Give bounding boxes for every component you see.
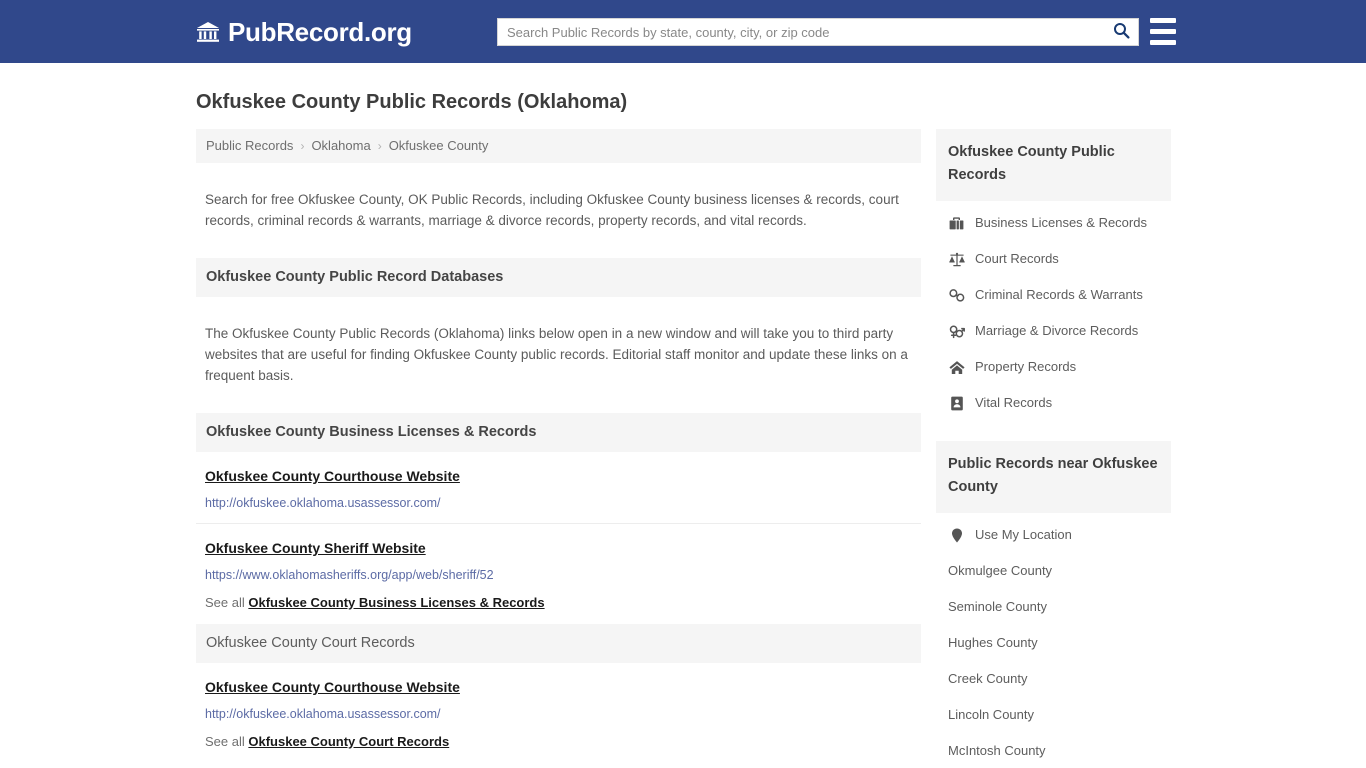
section-heading-court-records: Okfuskee County Court Records [196, 624, 921, 663]
sidebar-item-vital-records[interactable]: Vital Records [936, 385, 1171, 421]
result-link-title[interactable]: Okfuskee County Sheriff Website [205, 539, 426, 557]
sidebar-item-label: Vital Records [975, 395, 1053, 410]
sidebar-item-property-records[interactable]: Property Records [936, 349, 1171, 385]
see-all-link-business-licenses[interactable]: Okfuskee County Business Licenses & Reco… [248, 595, 544, 610]
sidebar-item-use-my-location[interactable]: Use My Location [936, 517, 1171, 553]
search-button[interactable] [1104, 19, 1138, 45]
sidebar-nearby-list: Use My Location Okmulgee County Seminole… [936, 513, 1171, 768]
sidebar-item-label: Creek County [948, 671, 1028, 686]
sidebar-item-business-licenses[interactable]: Business Licenses & Records [936, 205, 1171, 241]
sidebar-item-seminole-county[interactable]: Seminole County [936, 589, 1171, 625]
id-card-icon [948, 395, 965, 411]
sidebar: Okfuskee County Public Records Business … [936, 129, 1171, 768]
sidebar-item-label: Use My Location [975, 527, 1072, 542]
see-all-row: See all Okfuskee County Business License… [196, 587, 921, 624]
page-title: Okfuskee County Public Records (Oklahoma… [196, 91, 628, 113]
breadcrumb-separator-icon: › [300, 138, 305, 153]
sidebar-item-marriage-divorce[interactable]: Marriage & Divorce Records [936, 313, 1171, 349]
result-item: Okfuskee County Courthouse Website http:… [196, 452, 921, 524]
sidebar-item-criminal-records[interactable]: Criminal Records & Warrants [936, 277, 1171, 313]
section-heading-public-record-databases: Okfuskee County Public Record Databases [196, 258, 921, 297]
map-pin-icon [948, 527, 965, 543]
search-input[interactable] [498, 19, 1104, 45]
breadcrumb-item-oklahoma[interactable]: Oklahoma [311, 138, 370, 153]
venus-mars-icon [948, 323, 965, 339]
sidebar-item-label: McIntosh County [948, 743, 1046, 758]
sidebar-records-list: Business Licenses & Records Court Record… [936, 201, 1171, 421]
home-icon [948, 359, 965, 375]
result-link-url[interactable]: http://okfuskee.oklahoma.usassessor.com/ [205, 495, 912, 511]
sidebar-item-label: Okmulgee County [948, 563, 1053, 578]
sidebar-item-lincoln-county[interactable]: Lincoln County [936, 697, 1171, 733]
sidebar-item-creek-county[interactable]: Creek County [936, 661, 1171, 697]
result-link-title[interactable]: Okfuskee County Courthouse Website [205, 467, 460, 485]
sidebar-item-mcintosh-county[interactable]: McIntosh County [936, 733, 1171, 768]
result-item: Okfuskee County Sheriff Website https://… [196, 524, 921, 587]
result-link-url[interactable]: http://okfuskee.oklahoma.usassessor.com/ [205, 706, 912, 722]
breadcrumb-item-public-records[interactable]: Public Records [206, 138, 293, 153]
breadcrumb: Public Records › Oklahoma › Okfuskee Cou… [196, 129, 921, 163]
sidebar-item-court-records[interactable]: Court Records [936, 241, 1171, 277]
content-columns: Public Records › Oklahoma › Okfuskee Cou… [196, 129, 1171, 768]
page-intro-text: Search for free Okfuskee County, OK Publ… [205, 191, 899, 228]
sidebar-item-label: Criminal Records & Warrants [975, 287, 1143, 302]
see-all-row: See all Okfuskee County Court Records [196, 726, 921, 763]
databases-description-text: The Okfuskee County Public Records (Okla… [205, 325, 908, 383]
section-heading-business-licenses: Okfuskee County Business Licenses & Reco… [196, 413, 921, 452]
see-all-prefix: See all [205, 734, 245, 749]
see-all-link-court-records[interactable]: Okfuskee County Court Records [248, 734, 449, 749]
sidebar-heading-public-records: Okfuskee County Public Records [936, 129, 1171, 201]
briefcase-icon [948, 215, 965, 231]
result-link-title[interactable]: Okfuskee County Courthouse Website [205, 678, 460, 696]
sidebar-heading-nearby: Public Records near Okfuskee County [936, 441, 1171, 513]
search-icon [1113, 22, 1130, 42]
search-bar [497, 18, 1139, 46]
sidebar-item-label: Property Records [975, 359, 1077, 374]
sidebar-item-label: Lincoln County [948, 707, 1034, 722]
breadcrumb-separator-icon: › [377, 138, 382, 153]
bank-icon [196, 20, 220, 44]
page-container: Okfuskee County Public Records (Oklahoma… [0, 90, 1366, 768]
sidebar-item-label: Court Records [975, 251, 1059, 266]
hamburger-menu-icon[interactable] [1150, 18, 1176, 45]
see-all-prefix: See all [205, 595, 245, 610]
sidebar-item-label: Business Licenses & Records [975, 215, 1147, 230]
handcuffs-icon [948, 287, 965, 303]
site-logo-text: PubRecord.org [228, 16, 412, 47]
main-content: Public Records › Oklahoma › Okfuskee Cou… [196, 129, 921, 768]
sidebar-item-hughes-county[interactable]: Hughes County [936, 625, 1171, 661]
scales-of-justice-icon [948, 251, 965, 267]
result-item: Okfuskee County Courthouse Website http:… [196, 663, 921, 726]
sidebar-item-label: Seminole County [948, 599, 1047, 614]
breadcrumb-item-okfuskee-county[interactable]: Okfuskee County [389, 138, 489, 153]
sidebar-item-okmulgee-county[interactable]: Okmulgee County [936, 553, 1171, 589]
sidebar-item-label: Marriage & Divorce Records [975, 323, 1139, 338]
site-logo[interactable]: PubRecord.org [196, 19, 412, 45]
sidebar-item-label: Hughes County [948, 635, 1038, 650]
result-link-url[interactable]: https://www.oklahomasheriffs.org/app/web… [205, 567, 912, 583]
site-header: PubRecord.org [0, 0, 1366, 63]
